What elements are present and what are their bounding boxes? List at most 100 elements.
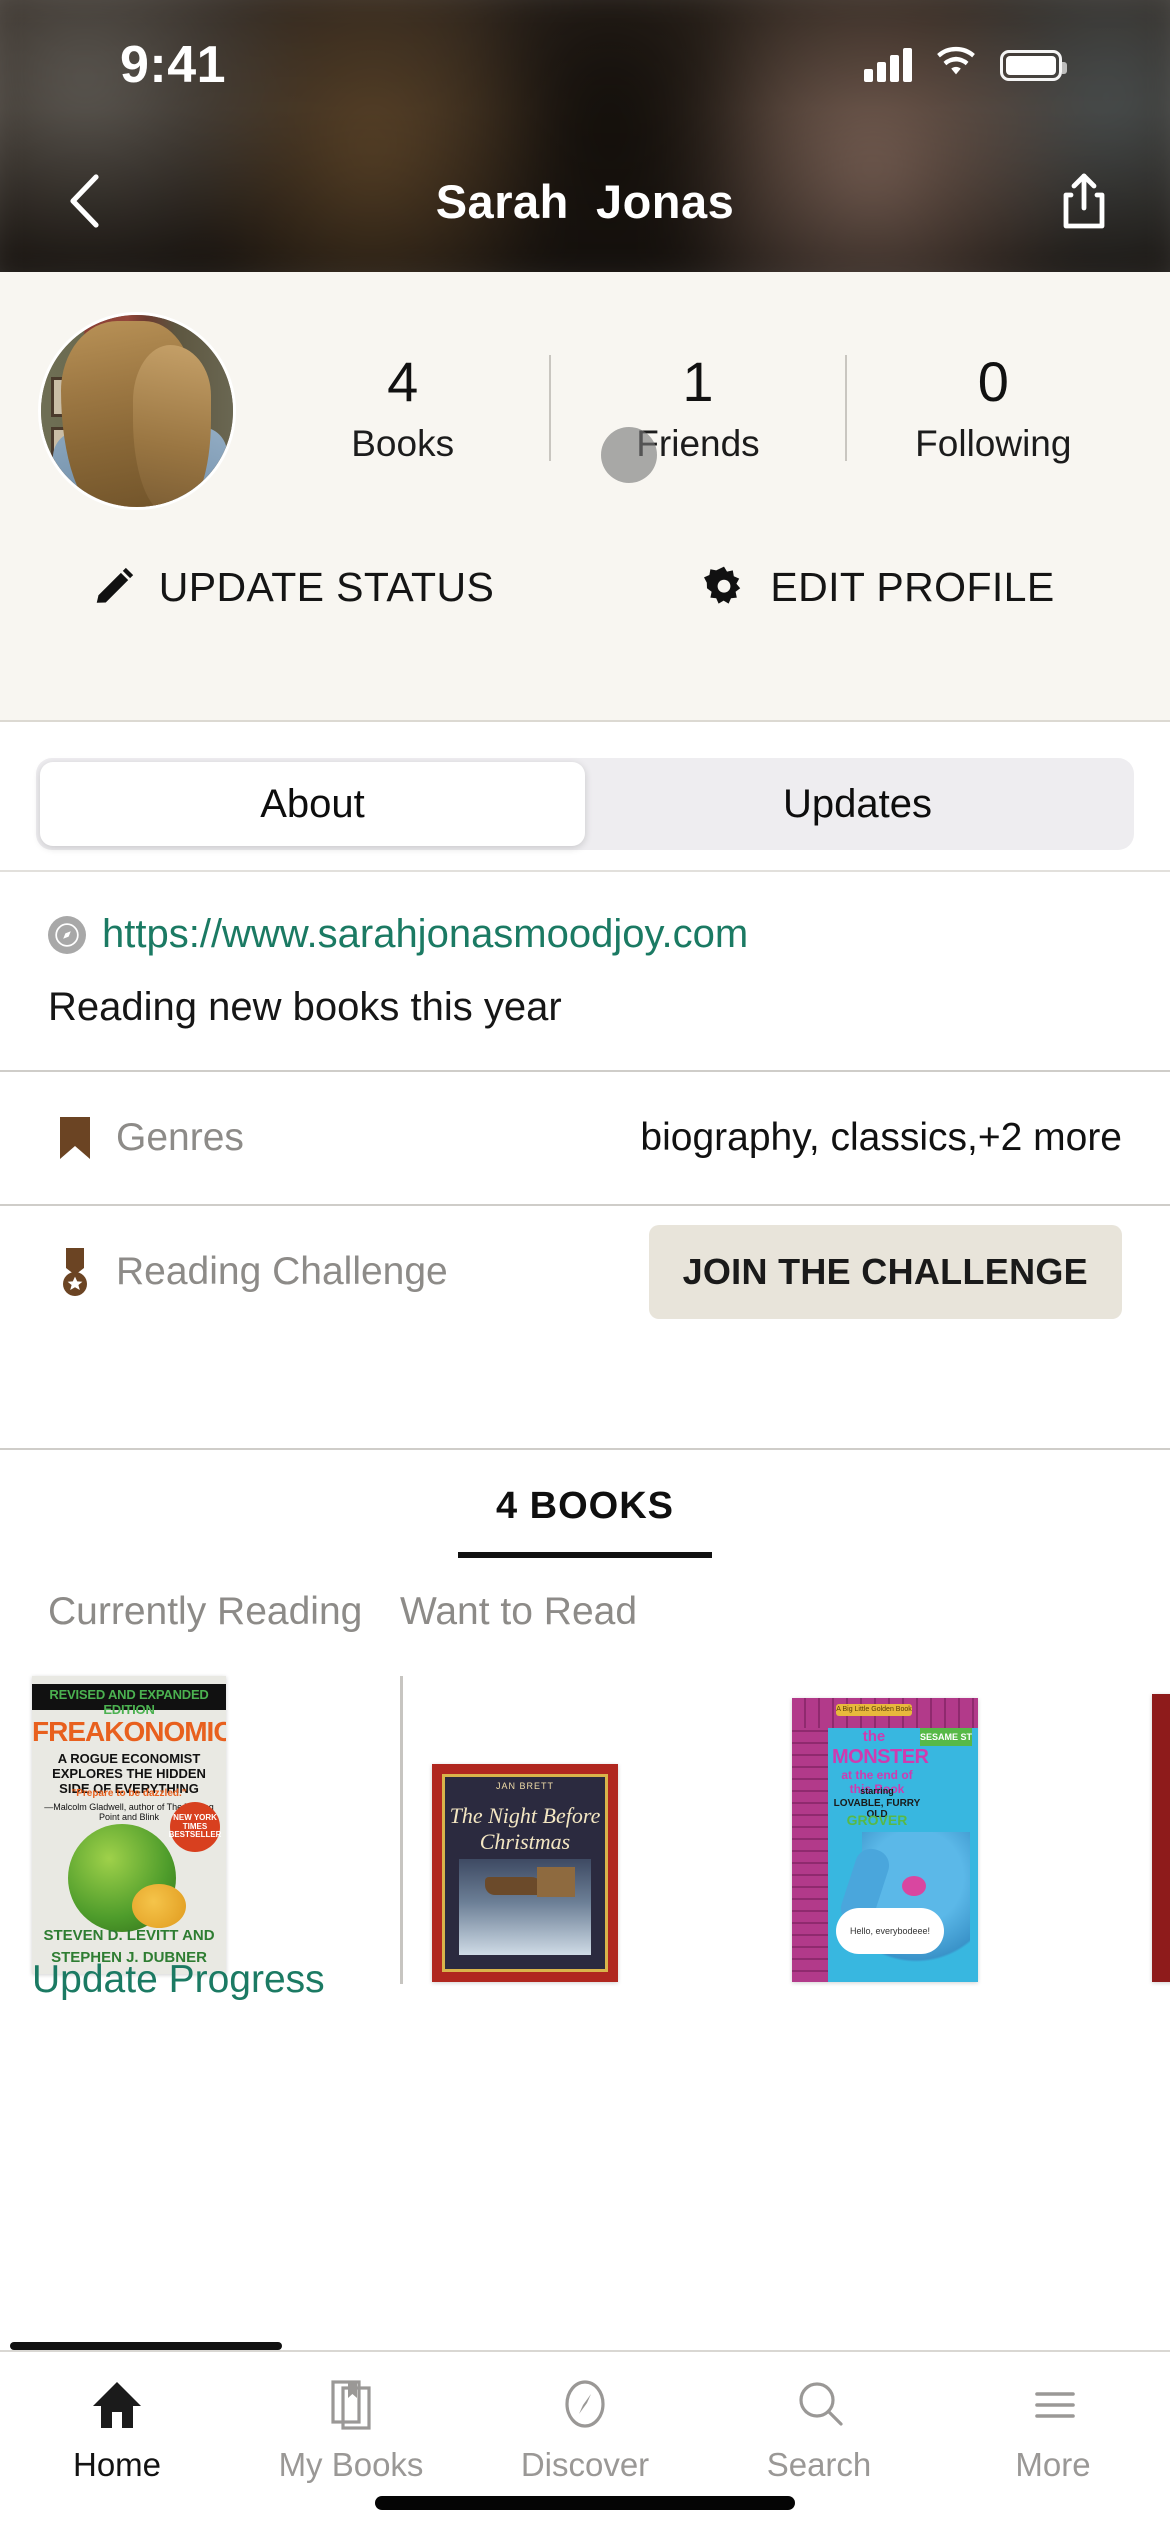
tab-about[interactable]: About (40, 762, 585, 846)
book-cover-partial[interactable] (1152, 1694, 1170, 1982)
share-icon (1063, 173, 1105, 229)
bookmark-icon (48, 1115, 102, 1161)
stat-following[interactable]: 0 Following (847, 351, 1140, 465)
reading-challenge-row: Reading Challenge JOIN THE CHALLENGE (0, 1204, 1170, 1338)
stat-value: 0 (977, 350, 1009, 414)
edit-profile-label: EDIT PROFILE (770, 563, 1055, 610)
search-icon (799, 2382, 843, 2426)
home-indicator (375, 2496, 795, 2510)
cover-band-text: REVISED AND EXPANDED EDITION (49, 1687, 209, 1717)
cover-inner-frame: JAN BRETT The Night Before Christmas (442, 1774, 608, 1972)
tab-home[interactable]: Home (0, 2378, 234, 2484)
tab-discover[interactable]: Discover (468, 2378, 702, 2484)
wifi-icon (934, 46, 978, 85)
stat-label: Friends (636, 422, 760, 464)
tab-label: Home (72, 2446, 162, 2483)
back-button[interactable] (48, 163, 124, 239)
shelf-title-currently-reading: Currently Reading (48, 1590, 363, 1633)
shelves: Currently Reading Want to Read REVISED A… (0, 1590, 1170, 2006)
tab-more[interactable]: More (936, 2378, 1170, 2484)
edit-profile-button[interactable]: EDIT PROFILE (585, 563, 1170, 611)
profile-summary: 4 Books 1 Friends 0 Following UPDATE STA… (0, 272, 1170, 722)
cover-badge: SESAME ST (920, 1728, 972, 1746)
cover-title-line-2: Christmas (479, 1829, 571, 1854)
status-bar-clock: 9:41 (120, 36, 227, 94)
profile-stats: 4 Books 1 Friends 0 Following (256, 324, 1140, 492)
shelf-title-want-to-read: Want to Read (400, 1590, 638, 1633)
scroll-indicator (10, 2342, 282, 2350)
genres-row[interactable]: Genres biography, classics,+2 more (0, 1070, 1170, 1204)
profile-actions: UPDATE STATUS EDIT PROFILE (0, 522, 1170, 652)
menu-icon (1035, 2392, 1075, 2418)
tab-search[interactable]: Search (702, 2378, 936, 2484)
cover-title-line-1: the (862, 1728, 886, 1745)
battery-icon (1000, 49, 1067, 81)
genres-label: Genres (116, 1116, 244, 1159)
pencil-icon (96, 567, 133, 603)
cover-grover-nose-art (902, 1876, 926, 1896)
stat-value: 1 (682, 350, 714, 414)
cover-title-line-2: MONSTER (832, 1746, 929, 1768)
cover-author: JAN BRETT (495, 1781, 554, 1791)
cover-orange-art (132, 1884, 186, 1928)
book-cover-night-before-christmas[interactable]: JAN BRETT The Night Before Christmas (432, 1764, 618, 1982)
tab-books-count[interactable]: 4 BOOKS (457, 1463, 713, 1558)
join-challenge-button[interactable]: JOIN THE CHALLENGE (648, 1225, 1122, 1319)
medal-icon (48, 1247, 102, 1297)
book-cover-freakonomics[interactable]: REVISED AND EXPANDED EDITION FREAKONOMIC… (32, 1676, 226, 1974)
avatar[interactable] (38, 312, 236, 510)
chevron-left-icon (70, 174, 99, 228)
stat-label: Books (351, 422, 455, 464)
tab-my-books[interactable]: My Books (234, 2378, 468, 2484)
avatar-image (41, 315, 233, 507)
website-link[interactable]: https://www.sarahjonasmoodjoy.com (102, 912, 748, 957)
tap-cursor-indicator (601, 427, 658, 484)
compass-icon (565, 2380, 605, 2428)
status-bar: 9:41 (0, 0, 1170, 130)
share-button[interactable] (1046, 163, 1122, 239)
tab-label: More (1015, 2446, 1091, 2483)
books-tabbar: 4 BOOKS (0, 1448, 1170, 1570)
shelf-headers: Currently Reading Want to Read (0, 1590, 1170, 1634)
tab-updates[interactable]: Updates (585, 762, 1130, 846)
update-status-label: UPDATE STATUS (158, 563, 495, 610)
website-row[interactable]: https://www.sarahjonasmoodjoy.com (0, 872, 1170, 957)
app-screen: 9:41 Sarah Jonas 4 Books 1 Friends 0 Fol… (0, 0, 1170, 2532)
stat-books[interactable]: 4 Books (256, 351, 549, 465)
home-icon (93, 2382, 141, 2428)
cellular-signal-icon (864, 48, 912, 82)
cover-quote: "Prepare to be dazzled." (71, 1788, 187, 1799)
genres-value: biography, classics,+2 more (640, 1116, 1122, 1159)
bio-text: Reading new books this year (48, 985, 562, 1029)
stat-value: 4 (387, 350, 419, 414)
status-bar-icons (864, 46, 1067, 85)
shelf-divider (400, 1676, 403, 1984)
cover-bestseller-seal: NEW YORK TIMES BESTSELLER (169, 1802, 221, 1852)
cover-speech-bubble: Hello, everybodeee! (836, 1908, 944, 1954)
cover-banner: A Big Little Golden Book (836, 1704, 912, 1716)
tab-active-indicator (457, 1551, 713, 1558)
tab-label: Discover (520, 2446, 650, 2483)
stat-label: Following (915, 422, 1072, 464)
update-progress-link[interactable]: Update Progress (32, 1958, 325, 2002)
page-title: Sarah Jonas (435, 174, 735, 228)
books-icon (331, 2380, 371, 2430)
tab-label: My Books (278, 2446, 424, 2483)
book-cover-monster-end-of-book[interactable]: A Big Little Golden Book SESAME ST the M… (792, 1698, 978, 1982)
cover-starring: starring (860, 1786, 894, 1796)
segmented-control: About Updates (36, 758, 1134, 850)
update-status-button[interactable]: UPDATE STATUS (0, 564, 585, 611)
about-section: https://www.sarahjonasmoodjoy.com Readin… (0, 872, 1170, 1338)
cover-title: FREAKONOMICS (32, 1716, 226, 1747)
cover-title-line-1: The Night Before (449, 1803, 601, 1828)
books-tab-label: 4 BOOKS (495, 1484, 675, 1527)
profile-tabs: About Updates (0, 738, 1170, 872)
stat-friends[interactable]: 1 Friends (551, 350, 844, 484)
reading-challenge-label: Reading Challenge (116, 1250, 448, 1293)
cover-brick-art (792, 1698, 828, 1982)
cover-illustration (459, 1859, 591, 1955)
profile-header: 9:41 Sarah Jonas (0, 0, 1170, 272)
cover-character: GROVER (846, 1812, 908, 1828)
navigation-bar: Sarah Jonas (0, 130, 1170, 272)
cover-author-1: STEVEN D. LEVITT AND (43, 1927, 215, 1944)
